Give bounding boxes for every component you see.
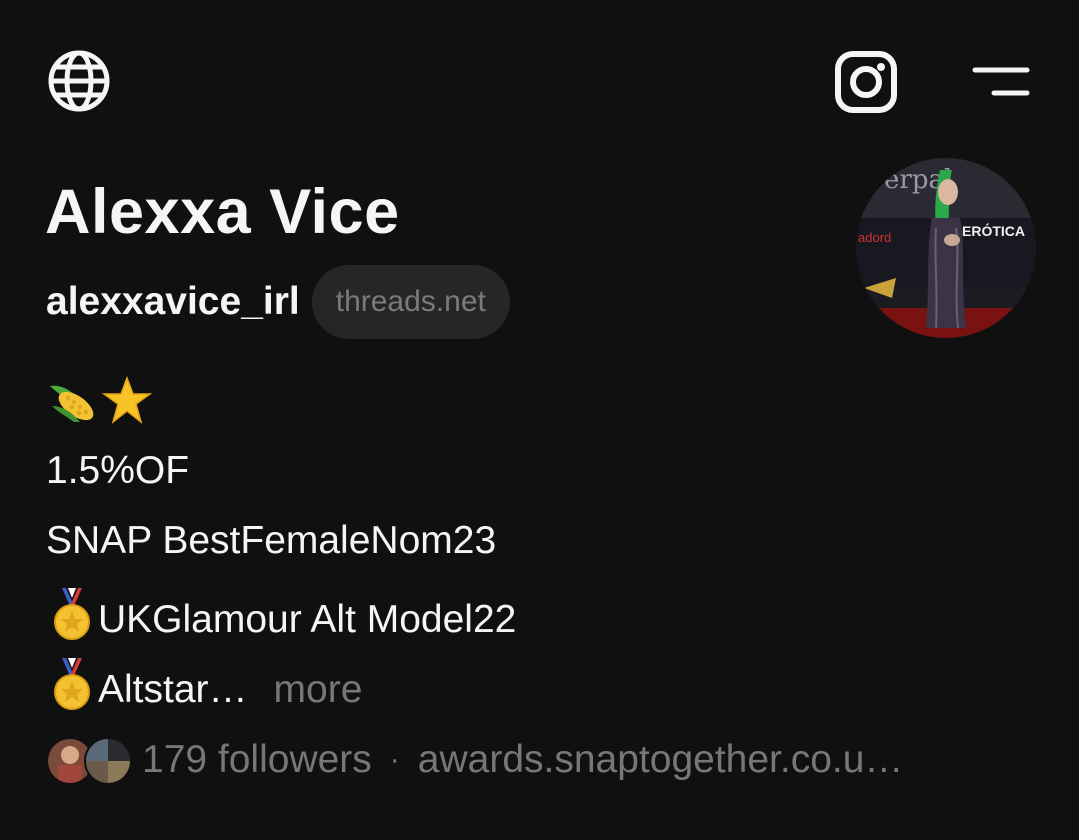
- svg-text:ERÓTICA: ERÓTICA: [962, 222, 1025, 239]
- svg-text:adord: adord: [858, 230, 891, 245]
- bio-ellipsis: …: [208, 668, 248, 711]
- bio-line-text: Altstar: [98, 668, 209, 711]
- medal-emoji-icon: [46, 586, 98, 654]
- bio-line: Altstar … more: [46, 656, 362, 724]
- profile-avatar[interactable]: erpal ERÓTICA adord: [856, 158, 1036, 338]
- more-button[interactable]: more: [274, 666, 363, 714]
- instagram-icon[interactable]: [834, 50, 898, 114]
- bio-link[interactable]: awards.snaptogether.co.u…: [418, 738, 904, 782]
- corn-emoji-icon: [46, 376, 100, 438]
- bio-emoji-line: [46, 375, 154, 438]
- follower-avatars[interactable]: [46, 737, 132, 785]
- bio-line-text: UKGlamour Alt Model22: [98, 598, 517, 641]
- bio-line: UKGlamour Alt Model22: [46, 586, 516, 654]
- profile-name: Alexxa Vice: [45, 177, 400, 247]
- bio-line: SNAP BestFemaleNom23: [46, 519, 497, 562]
- globe-icon[interactable]: [46, 48, 112, 114]
- separator-dot: ·: [389, 743, 400, 776]
- bio-line: 1.5%OF: [46, 449, 190, 492]
- username: alexxavice_irl: [46, 280, 300, 323]
- menu-icon[interactable]: [972, 66, 1030, 98]
- follower-avatar: [84, 737, 132, 785]
- username-row: alexxavice_irl threads.net: [46, 264, 510, 340]
- medal-emoji-icon: [46, 656, 98, 724]
- followers-count[interactable]: 179 followers: [142, 738, 372, 782]
- threads-domain-badge[interactable]: threads.net: [311, 265, 510, 339]
- profile-footer: 179 followers · awards.snaptogether.co.u…: [46, 734, 903, 786]
- star-emoji-icon: [100, 375, 154, 438]
